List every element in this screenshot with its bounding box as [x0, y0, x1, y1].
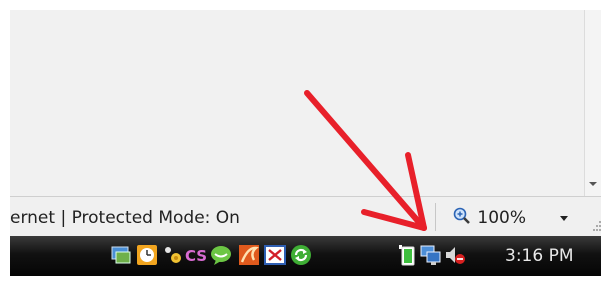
cs-icon[interactable]: CS [184, 244, 206, 266]
battery-icon[interactable] [396, 244, 418, 266]
browser-status-bar: ernet | Protected Mode: On 100% [10, 196, 601, 236]
network-icon[interactable] [420, 244, 442, 266]
volume-muted-icon[interactable] [444, 244, 466, 266]
vertical-scrollbar[interactable] [584, 10, 601, 196]
svg-text:CS: CS [185, 247, 206, 265]
system-clock[interactable]: 3:16 PM [505, 244, 574, 268]
messenger-icon[interactable] [162, 244, 184, 266]
network-monitor-icon[interactable] [110, 244, 132, 266]
security-zone-status[interactable]: ernet | Protected Mode: On [10, 205, 240, 231]
zoom-level: 100% [477, 208, 527, 228]
zoom-dropdown-icon[interactable] [560, 216, 568, 221]
resize-grip-icon[interactable] [593, 221, 601, 231]
scroll-down-arrow-icon[interactable] [589, 182, 597, 186]
browser-content-area [10, 10, 584, 196]
flash-icon[interactable] [238, 244, 260, 266]
status-divider [435, 203, 436, 231]
window-error-icon[interactable] [264, 244, 286, 266]
zoom-control[interactable]: 100% [452, 205, 526, 231]
sync-icon[interactable] [290, 244, 312, 266]
zoom-magnifier-icon [453, 207, 470, 224]
clock-icon[interactable] [136, 244, 158, 266]
chat-bubble-icon[interactable] [210, 244, 232, 266]
windows-taskbar: CS 3:16 PM [10, 236, 601, 276]
